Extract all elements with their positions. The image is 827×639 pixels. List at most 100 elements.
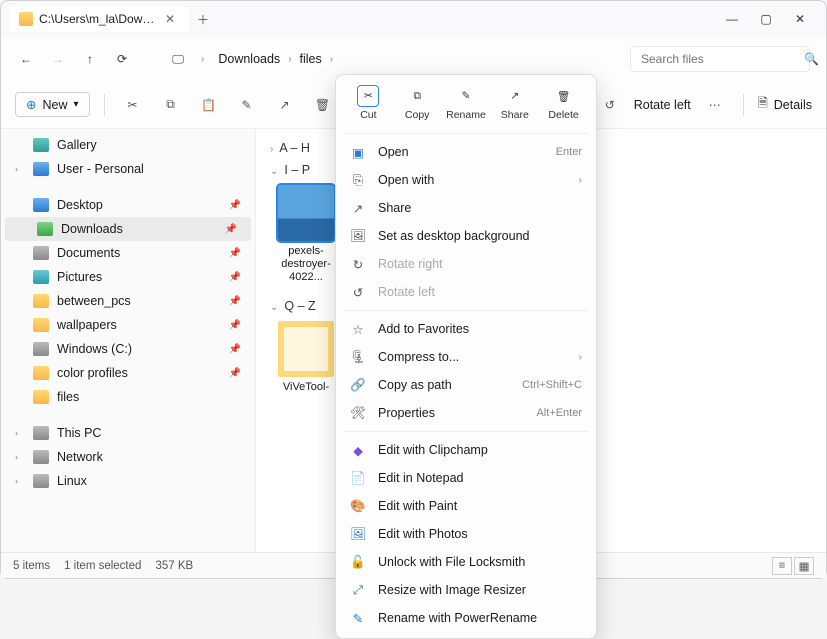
breadcrumb[interactable]: Downloads › files ›	[218, 52, 333, 66]
ctx-add-favorites[interactable]: ☆Add to Favorites	[342, 315, 590, 343]
sidebar: Gallery ›User - Personal Desktop📌 Downlo…	[1, 129, 256, 552]
grid-view-icon[interactable]: ▦	[794, 557, 814, 575]
ctx-resize-image[interactable]: ⤢Resize with Image Resizer	[342, 576, 590, 604]
paint-icon: 🎨	[350, 498, 366, 514]
lock-icon: 🔓	[350, 554, 366, 570]
ctx-copy-button[interactable]: ⧉Copy	[395, 85, 439, 121]
list-view-icon[interactable]: ≡	[772, 557, 792, 575]
ctx-set-background[interactable]: 🖼Set as desktop background	[342, 222, 590, 250]
folder-icon	[19, 12, 33, 26]
ctx-delete-button[interactable]: 🗑Delete	[542, 85, 586, 121]
crumb-files[interactable]: files	[300, 52, 322, 66]
copy-icon[interactable]: ⧉	[157, 91, 185, 119]
rename-icon[interactable]: ✎	[233, 91, 261, 119]
ctx-edit-clipchamp[interactable]: ◆Edit with Clipchamp	[342, 436, 590, 464]
more-button[interactable]: ⋯	[701, 91, 729, 119]
ctx-cut-button[interactable]: ✂Cut	[346, 85, 390, 121]
crumb-downloads[interactable]: Downloads	[218, 52, 280, 66]
folder-icon	[33, 366, 49, 380]
sidebar-item-this-pc[interactable]: ›This PC	[1, 421, 255, 445]
minimize-button[interactable]: —	[724, 12, 740, 26]
ctx-copy-path[interactable]: 🔗Copy as pathCtrl+Shift+C	[342, 371, 590, 399]
share-icon: ↗	[504, 85, 526, 107]
sidebar-item-files[interactable]: files	[1, 385, 255, 409]
new-tab-button[interactable]: ＋	[197, 11, 209, 28]
search-icon[interactable]: 🔍	[804, 52, 819, 66]
ctx-edit-paint[interactable]: 🎨Edit with Paint	[342, 492, 590, 520]
pin-icon: 📌	[229, 368, 241, 379]
rotate-right-icon: ↻	[350, 256, 366, 272]
link-icon: 🔗	[350, 377, 366, 393]
sidebar-item-linux[interactable]: ›Linux	[1, 469, 255, 493]
folder-icon	[33, 294, 49, 308]
pin-icon: 📌	[229, 248, 241, 259]
delete-icon[interactable]: 🗑	[309, 91, 337, 119]
view-toggle[interactable]: ≡ ▦	[772, 557, 814, 575]
folder-icon	[33, 390, 49, 404]
ctx-compress[interactable]: 🗜Compress to...›	[342, 343, 590, 371]
new-button[interactable]: ⊕ New ▾	[15, 92, 90, 117]
ctx-rename-powerrename[interactable]: ✎Rename with PowerRename	[342, 604, 590, 632]
powerrename-icon: ✎	[350, 610, 366, 626]
sidebar-item-wallpapers[interactable]: wallpapers📌	[1, 313, 255, 337]
tab[interactable]: C:\Users\m_la\Downloads\file ✕	[9, 6, 189, 32]
sidebar-item-downloads[interactable]: Downloads📌	[5, 217, 251, 241]
ctx-share[interactable]: ↗Share	[342, 194, 590, 222]
cloud-icon	[33, 162, 49, 176]
photos-icon: 🖼	[350, 526, 366, 542]
close-tab-icon[interactable]: ✕	[165, 12, 179, 26]
forward-button[interactable]: →	[49, 52, 67, 66]
file-name: ViVeTool-	[283, 381, 329, 393]
file-tile-photo[interactable]: pexels-destroyer-4022...	[270, 185, 342, 285]
sidebar-item-between-pcs[interactable]: between_pcs📌	[1, 289, 255, 313]
file-tile-folder[interactable]: ViVeTool-	[270, 321, 342, 394]
sidebar-item-gallery[interactable]: Gallery	[1, 133, 255, 157]
sidebar-item-pictures[interactable]: Pictures📌	[1, 265, 255, 289]
ctx-open-with[interactable]: ⎘Open with›	[342, 166, 590, 194]
ctx-edit-notepad[interactable]: 📄Edit in Notepad	[342, 464, 590, 492]
resize-icon: ⤢	[350, 582, 366, 598]
close-button[interactable]: ✕	[792, 12, 808, 26]
refresh-button[interactable]: ⟳	[113, 52, 131, 66]
ctx-open[interactable]: ▣OpenEnter	[342, 138, 590, 166]
ctx-share-button[interactable]: ↗Share	[493, 85, 537, 121]
pin-icon: 📌	[229, 344, 241, 355]
pin-icon: 📌	[225, 224, 237, 235]
window-controls: — ▢ ✕	[724, 12, 818, 26]
ctx-rename-button[interactable]: ✎Rename	[444, 85, 488, 121]
cut-icon[interactable]: ✂	[119, 91, 147, 119]
chevron-right-icon: ›	[579, 175, 582, 186]
details-button[interactable]: 🗎 Details	[758, 94, 812, 115]
search-input[interactable]	[641, 52, 796, 66]
paste-icon[interactable]: 📋	[195, 91, 223, 119]
ctx-edit-photos[interactable]: 🖼Edit with Photos	[342, 520, 590, 548]
drive-icon	[33, 342, 49, 356]
file-name: pexels-destroyer-4022...	[281, 245, 331, 283]
ctx-rotate-right: ↻Rotate right	[342, 250, 590, 278]
maximize-button[interactable]: ▢	[758, 12, 774, 26]
sidebar-item-color-profiles[interactable]: color profiles📌	[1, 361, 255, 385]
monitor-icon[interactable]: 🖵	[169, 52, 187, 67]
sidebar-item-documents[interactable]: Documents📌	[1, 241, 255, 265]
share-icon[interactable]: ↗	[271, 91, 299, 119]
delete-icon: 🗑	[553, 85, 575, 107]
share-icon: ↗	[350, 200, 366, 216]
search-box[interactable]: 🔍	[630, 46, 810, 72]
sidebar-item-network[interactable]: ›Network	[1, 445, 255, 469]
sidebar-item-windows-c[interactable]: Windows (C:)📌	[1, 337, 255, 361]
status-size: 357 KB	[155, 560, 193, 572]
plus-icon: ⊕	[26, 97, 36, 112]
zip-icon: 🗜	[350, 349, 366, 365]
up-button[interactable]: ↑	[81, 52, 99, 66]
sidebar-item-user[interactable]: ›User - Personal	[1, 157, 255, 181]
rotate-left-icon[interactable]: ↺	[596, 91, 624, 119]
documents-icon	[33, 246, 49, 260]
back-button[interactable]: ←	[17, 52, 35, 66]
image-icon: 🖼	[350, 228, 366, 244]
ctx-unlock-locksmith[interactable]: 🔓Unlock with File Locksmith	[342, 548, 590, 576]
pc-icon	[33, 426, 49, 440]
context-quickbar: ✂Cut ⧉Copy ✎Rename ↗Share 🗑Delete	[342, 81, 590, 129]
ctx-properties[interactable]: 🛠PropertiesAlt+Enter	[342, 399, 590, 427]
rotate-left-label[interactable]: Rotate left	[634, 98, 691, 112]
sidebar-item-desktop[interactable]: Desktop📌	[1, 193, 255, 217]
